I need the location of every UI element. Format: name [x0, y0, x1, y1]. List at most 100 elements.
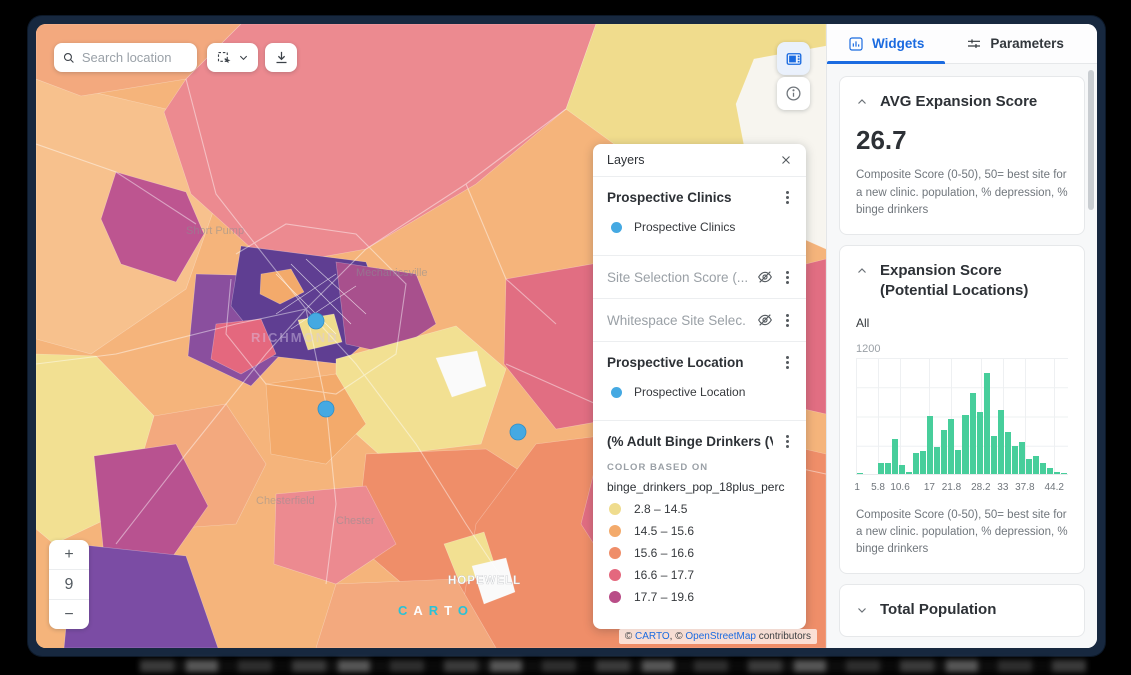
attribution-text: contributors [756, 631, 811, 642]
histogram-bar[interactable] [998, 410, 1004, 473]
screen: Short Pump Mechanicsville RICHMOND Chest… [0, 0, 1131, 675]
kebab-menu-icon[interactable] [786, 196, 789, 199]
kebab-menu-icon[interactable] [786, 276, 789, 279]
histogram-bar[interactable] [1026, 459, 1032, 473]
histogram-bar[interactable] [1047, 468, 1053, 474]
map-canvas[interactable]: Short Pump Mechanicsville RICHMOND Chest… [36, 24, 826, 648]
zoom-level: 9 [49, 569, 89, 599]
polygon-select-icon [216, 50, 231, 65]
zoom-in-button[interactable]: + [49, 540, 89, 569]
zoom-control: + 9 − [49, 540, 89, 629]
x-tick-label: 37.8 [1015, 482, 1034, 493]
right-sidebar: Widgets Parameters [826, 24, 1097, 648]
histogram-bar[interactable] [899, 465, 905, 473]
download-icon [274, 50, 289, 65]
layers-panel-title: Layers [607, 153, 645, 167]
zoom-out-button[interactable]: − [49, 599, 89, 629]
widget-title: Expansion Score (Potential Locations) [880, 261, 1068, 302]
histogram-bar[interactable] [941, 430, 947, 473]
histogram-bar[interactable] [1012, 446, 1018, 474]
layers-panel-header: Layers [593, 144, 806, 177]
x-tick-label: 5.8 [871, 482, 885, 493]
tab-widgets[interactable]: Widgets [827, 24, 945, 63]
visibility-off-icon[interactable] [757, 269, 773, 285]
carto-link[interactable]: CARTO [635, 631, 670, 642]
histogram-bar[interactable] [878, 463, 884, 473]
histogram-bar[interactable] [1019, 442, 1025, 473]
histogram-chart [856, 358, 1068, 475]
x-tick-label: 17 [924, 482, 935, 493]
histogram-bar[interactable] [892, 439, 898, 474]
widget-header[interactable]: Expansion Score (Potential Locations) [856, 261, 1068, 302]
point-legend-swatch [611, 387, 622, 398]
info-button[interactable] [777, 77, 810, 110]
visibility-off-icon[interactable] [757, 312, 773, 328]
widget-description: Composite Score (0-50), 50= best site fo… [856, 507, 1068, 559]
layer-item-binge-drinkers: (% Adult Binge Drinkers (V... COLOR BASE… [593, 421, 806, 617]
layer-name: (% Adult Binge Drinkers (V... [607, 434, 773, 449]
histogram-bar[interactable] [970, 393, 976, 473]
kebab-menu-icon[interactable] [786, 361, 789, 364]
widget-header[interactable]: AVG Expansion Score [856, 92, 1068, 112]
histogram-bar[interactable] [962, 415, 968, 474]
label-chesterfield: Chesterfield [256, 495, 315, 507]
class-swatch [609, 547, 621, 559]
clinic-marker[interactable] [318, 401, 334, 417]
download-button[interactable] [265, 43, 297, 72]
class-label: 16.6 – 17.7 [634, 568, 694, 582]
layer-item-site-selection-score: Site Selection Score (... [593, 256, 806, 299]
histogram-bar[interactable] [857, 473, 863, 474]
tab-label: Parameters [990, 36, 1064, 51]
widget-value: 26.7 [856, 125, 1068, 156]
histogram-bar[interactable] [885, 463, 891, 474]
histogram-bar[interactable] [991, 436, 997, 474]
widget-list: AVG Expansion Score 26.7 Composite Score… [827, 64, 1097, 648]
openstreetmap-link[interactable]: OpenStreetMap [685, 631, 756, 642]
class-swatch [609, 591, 621, 603]
attribution-text: , © [670, 631, 686, 642]
histogram-bar[interactable] [927, 416, 933, 474]
search-input[interactable] [82, 50, 188, 65]
clinic-marker[interactable] [510, 424, 526, 440]
sidebar-tabbar: Widgets Parameters [827, 24, 1097, 64]
histogram-bar[interactable] [906, 472, 912, 473]
histogram-bar[interactable] [948, 419, 954, 473]
select-tool-button[interactable] [207, 43, 258, 72]
x-tick-label: 1 [854, 482, 860, 493]
legend-panel-button[interactable] [777, 42, 810, 75]
color-based-on-field: binge_drinkers_pop_18plus_perc [607, 480, 792, 494]
tab-parameters[interactable]: Parameters [945, 24, 1085, 63]
histogram-bar[interactable] [920, 451, 926, 474]
histogram-bar[interactable] [1061, 473, 1067, 474]
choropleth-class-row: 15.6 – 16.6 [607, 546, 792, 560]
kebab-menu-icon[interactable] [786, 319, 789, 322]
layer-item-whitespace-site-selection: Whitespace Site Selec... [593, 299, 806, 342]
kebab-menu-icon[interactable] [786, 440, 789, 443]
widget-total-population: Total Population [839, 584, 1085, 636]
histogram-bar[interactable] [913, 453, 919, 474]
histogram-bar[interactable] [955, 450, 961, 474]
widget-header[interactable]: Total Population [856, 600, 1068, 620]
x-tick-label: 44.2 [1044, 482, 1063, 493]
search-icon [63, 51, 75, 65]
map-attribution: © CARTO, © OpenStreetMap contributors [619, 629, 817, 644]
clinic-marker[interactable] [308, 313, 324, 329]
histogram-bar[interactable] [1054, 472, 1060, 474]
class-label: 15.6 – 16.6 [634, 546, 694, 560]
sidebar-scrollbar[interactable] [1088, 70, 1094, 210]
histogram-bar[interactable] [1033, 456, 1039, 474]
close-icon[interactable] [780, 154, 792, 166]
histogram-bar[interactable] [934, 447, 940, 473]
histogram-bar[interactable] [1005, 432, 1011, 474]
color-based-on-heading: COLOR BASED ON [607, 462, 792, 473]
search-box[interactable] [54, 43, 197, 72]
histogram-bar[interactable] [1040, 463, 1046, 473]
histogram-bar[interactable] [984, 373, 990, 474]
label-chester: Chester [336, 515, 375, 527]
y-axis-max-label: 1200 [856, 343, 1068, 355]
histogram-bar[interactable] [977, 412, 983, 474]
choropleth-class-row: 17.7 – 19.6 [607, 590, 792, 604]
histogram-filter-label[interactable]: All [856, 316, 1068, 330]
legend-panel-icon [785, 50, 803, 68]
x-tick-label: 21.8 [942, 482, 961, 493]
